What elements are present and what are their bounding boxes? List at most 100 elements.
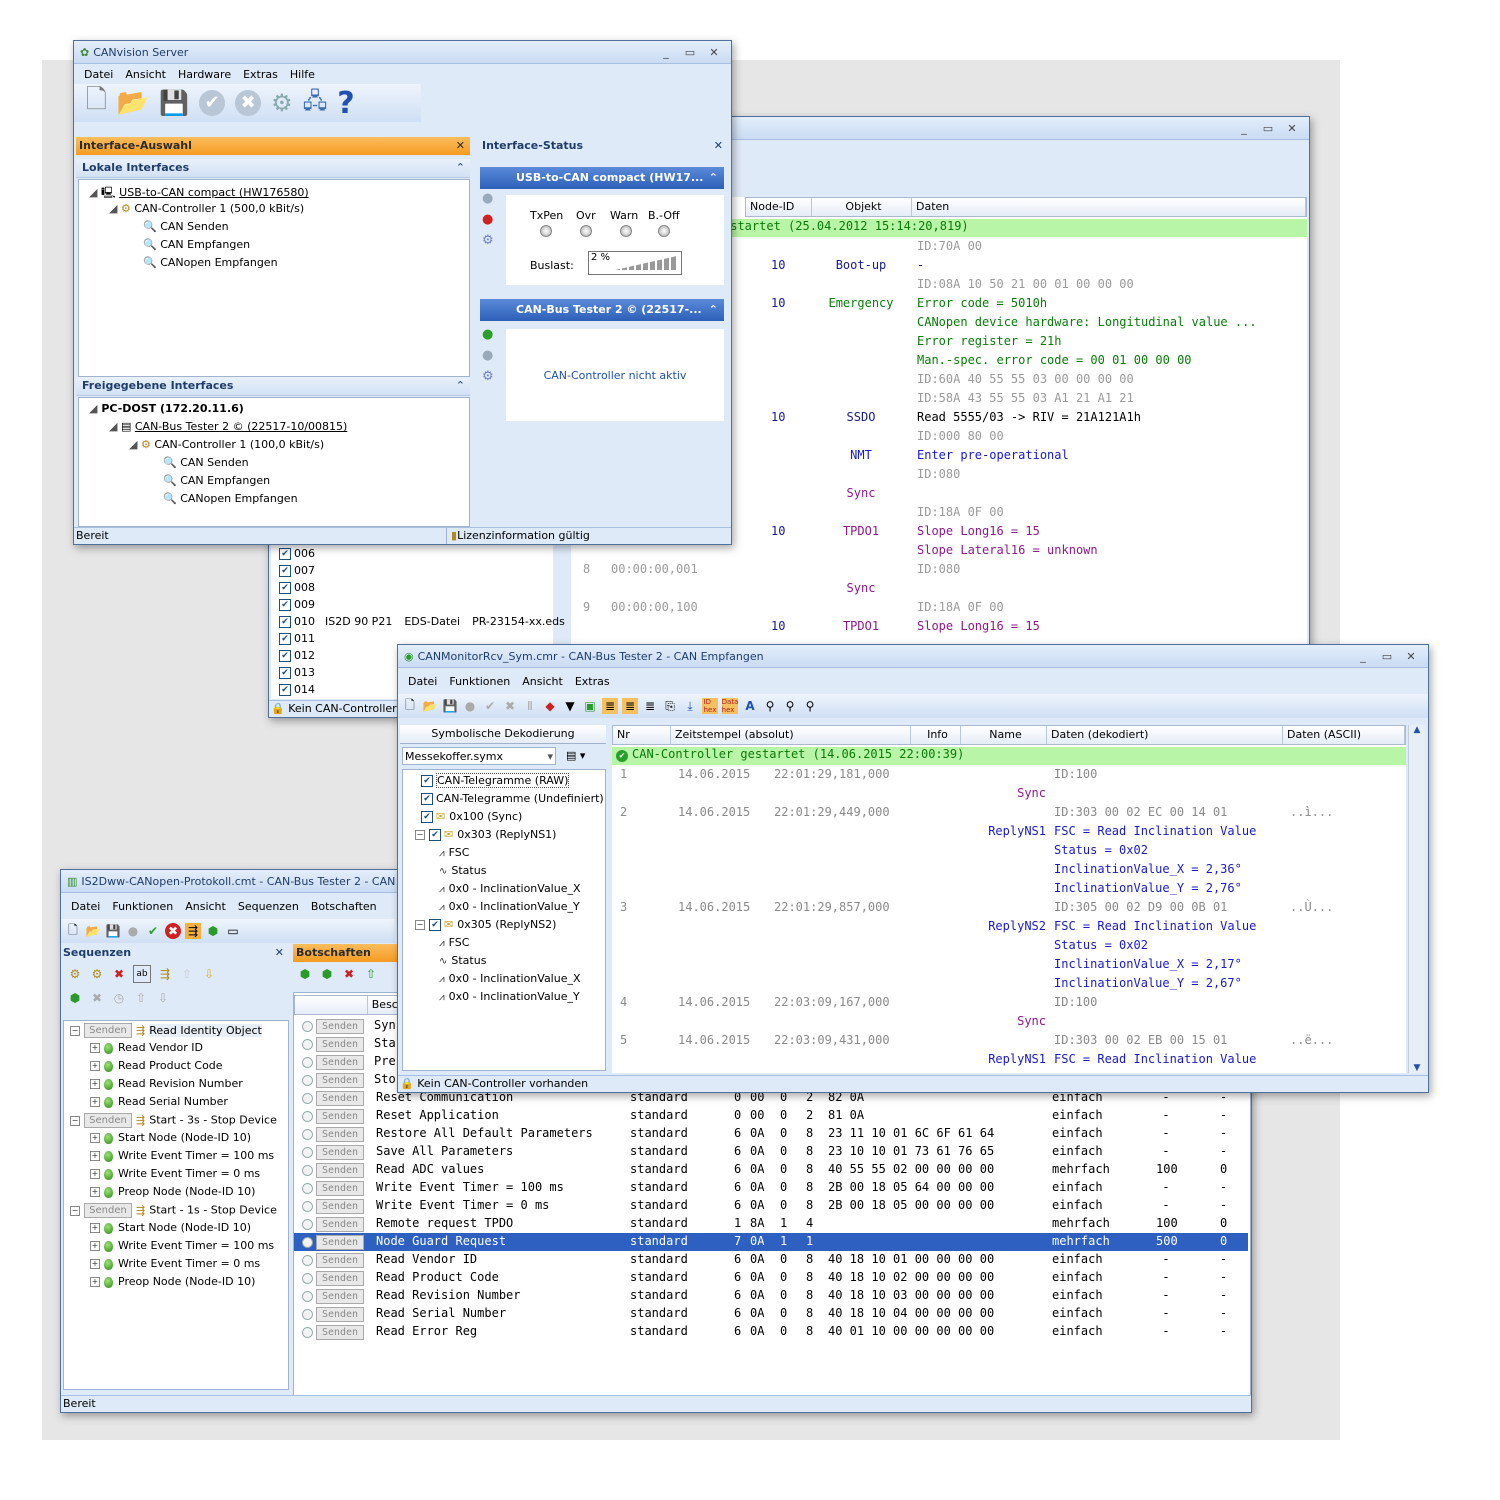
- symbol-tree-item[interactable]: − ✔ ✉ 0x303 (ReplyNS1): [415, 828, 556, 841]
- message-row[interactable]: Senden Read Error Reg standard 6 0A 0 8 40 01 1…: [294, 1323, 1248, 1341]
- sequence-tree-item[interactable]: + Write Event Timer = 0 ms: [90, 1167, 260, 1180]
- sequence-tree-item[interactable]: + Read Product Code: [90, 1059, 223, 1072]
- download-icon[interactable]: ⤓: [682, 698, 698, 714]
- shared-interfaces-header[interactable]: Freigegebene Interfaces ⌃: [76, 377, 470, 396]
- tree-item-can-empfangen[interactable]: 🔍 CAN Empfangen: [143, 238, 250, 251]
- symbol-tree-item[interactable]: ⩘ 0x0 - InclinationValue_X: [439, 882, 581, 895]
- message-row[interactable]: Senden Read Serial Number standard 6 0A 0 8 40 …: [294, 1305, 1248, 1323]
- send-button[interactable]: Senden: [316, 1037, 364, 1052]
- find-next-icon[interactable]: ⚲: [782, 698, 798, 714]
- message-row[interactable]: Senden Read Revision Number standard 6 0A 0 8 4…: [294, 1287, 1248, 1305]
- radio-button[interactable]: [302, 1021, 313, 1032]
- maximize-icon[interactable]: ▭: [1261, 122, 1275, 135]
- expand-icon[interactable]: +: [90, 1187, 100, 1197]
- log-row[interactable]: Sync: [612, 786, 1406, 805]
- log-row[interactable]: InclinationValue_Y = 2,76°: [612, 881, 1406, 900]
- send-button[interactable]: Senden: [316, 1181, 364, 1196]
- pause-icon[interactable]: Ⅱ: [522, 698, 538, 714]
- collapse-icon[interactable]: −: [415, 830, 425, 840]
- find-icon[interactable]: ⚲: [762, 698, 778, 714]
- menu-ansicht[interactable]: Ansicht: [121, 68, 174, 81]
- expand-icon[interactable]: +: [90, 1241, 100, 1251]
- eds-row[interactable]: ✔ 009: [279, 598, 315, 611]
- checkbox[interactable]: ✔: [279, 548, 291, 560]
- message-row[interactable]: Senden Pre: [294, 1053, 414, 1071]
- find-prev-icon[interactable]: ⚲: [802, 698, 818, 714]
- send-button[interactable]: Senden: [84, 1113, 132, 1128]
- send-button[interactable]: Senden: [316, 1055, 364, 1070]
- export-icon[interactable]: ▣: [582, 698, 598, 714]
- radio-button[interactable]: [302, 1309, 313, 1320]
- log-row[interactable]: Sync: [571, 581, 1307, 600]
- tree-item-can-senden[interactable]: 🔍 CAN Senden: [143, 220, 229, 233]
- record-icon[interactable]: ●: [462, 698, 478, 714]
- tree-item-can-controller[interactable]: ◢ ⚙ CAN-Controller 1 (100,0 kBit/s): [129, 438, 324, 451]
- tree-item-usb-to-can[interactable]: ◢ 🖳 USB-to-CAN compact (HW176580): [89, 184, 309, 203]
- radio-button[interactable]: [302, 1201, 313, 1212]
- send-button[interactable]: Senden: [316, 1289, 364, 1304]
- radio-button[interactable]: [302, 1057, 313, 1068]
- radio-button[interactable]: [302, 1129, 313, 1140]
- message-row[interactable]: Senden Read Vendor ID standard 6 0A 0 8 40 18 1…: [294, 1251, 1248, 1269]
- window-icon[interactable]: ▭: [225, 923, 241, 939]
- minimize-icon[interactable]: _: [1237, 122, 1251, 135]
- step-down-icon[interactable]: ⇩: [155, 990, 171, 1006]
- settings-gear-icon[interactable]: ⚙: [482, 369, 500, 384]
- add-step-icon[interactable]: ⬢: [67, 990, 83, 1006]
- message-row[interactable]: Senden Syn: [294, 1017, 414, 1035]
- col-daten-dekodiert[interactable]: Daten (dekodiert): [1047, 726, 1283, 744]
- symbol-tree-item[interactable]: ⩘ 0x0 - InclinationValue_X: [439, 972, 581, 985]
- message-row[interactable]: Senden Remote request TPDO standard 1 8A 1 4 me…: [294, 1215, 1248, 1233]
- symbol-tree-item[interactable]: − ✔ ✉ 0x305 (ReplyNS2): [415, 918, 556, 931]
- menu-extras[interactable]: Extras: [571, 675, 618, 688]
- message-row[interactable]: Senden Write Event Timer = 0 ms standard 6 0…: [294, 1197, 1248, 1215]
- expand-icon[interactable]: +: [90, 1151, 100, 1161]
- connect-icon[interactable]: ✔: [199, 90, 226, 116]
- message-row[interactable]: Senden Sta: [294, 1035, 414, 1053]
- settings-gear-icon[interactable]: ⚙: [482, 233, 500, 248]
- expand-icon[interactable]: +: [90, 1277, 100, 1287]
- send-button[interactable]: Senden: [316, 1145, 364, 1160]
- checkbox[interactable]: ✔: [279, 633, 291, 645]
- chevron-down-icon[interactable]: ▾: [547, 748, 553, 766]
- radio-button[interactable]: [302, 1291, 313, 1302]
- eraser-icon[interactable]: ◆: [542, 698, 558, 714]
- menu-ansicht[interactable]: Ansicht: [181, 900, 234, 913]
- delete-icon[interactable]: ✖: [111, 966, 127, 982]
- send-button[interactable]: Senden: [316, 1019, 364, 1034]
- sequence-tree-item[interactable]: + Preop Node (Node-ID 10): [90, 1275, 255, 1288]
- send-button[interactable]: Senden: [316, 1091, 364, 1106]
- log-row[interactable]: 8 00:00:00,001 ID:080: [571, 562, 1307, 581]
- symbol-tree-item[interactable]: ✔ ✉ 0x100 (Sync): [421, 810, 522, 823]
- menu-hardware[interactable]: Hardware: [174, 68, 239, 81]
- save-icon[interactable]: 💾: [442, 698, 458, 714]
- log-row[interactable]: 10 TPDO1 Slope Long16 = 15: [571, 619, 1307, 638]
- symx-options-button[interactable]: ▤ ▾: [566, 747, 600, 765]
- expand-icon[interactable]: +: [90, 1061, 100, 1071]
- expand-icon[interactable]: +: [90, 1133, 100, 1143]
- eds-row[interactable]: ✔ 011: [279, 632, 315, 645]
- log-row[interactable]: InclinationValue_X = 2,36°: [612, 862, 1406, 881]
- add-sequence-icon[interactable]: ⚙: [67, 966, 83, 982]
- log-row[interactable]: Sync: [612, 1014, 1406, 1033]
- delete-icon[interactable]: ✖: [341, 966, 357, 982]
- close-icon[interactable]: ✕: [707, 46, 721, 59]
- connect-icon[interactable]: ●: [482, 191, 500, 206]
- font-icon[interactable]: A: [742, 698, 758, 714]
- collapse-icon[interactable]: −: [70, 1115, 80, 1126]
- tree-item-can-bus-tester[interactable]: ◢ ▤ CAN-Bus Tester 2 © (22517-10/00815): [109, 420, 347, 433]
- radio-button[interactable]: [302, 1093, 313, 1104]
- message-row[interactable]: Senden Read ADC values standard 6 0A 0 8 40 55 …: [294, 1161, 1248, 1179]
- symbol-tree-item[interactable]: ⩘ 0x0 - InclinationValue_Y: [439, 990, 580, 1003]
- menu-sequenzen[interactable]: Sequenzen: [234, 900, 307, 913]
- sequence-tree-item[interactable]: + Start Node (Node-ID 10): [90, 1131, 251, 1144]
- new-file-icon[interactable]: 🗋: [402, 698, 418, 714]
- eds-row[interactable]: ✔ 010 IS2D 90 P21 EDS-Datei PR-23154-xx.eds: [279, 615, 565, 628]
- log-row[interactable]: ReplyNS1 FSC = Read Inclination Value: [612, 824, 1406, 843]
- log-row[interactable]: InclinationValue_Y = 2,67°: [612, 976, 1406, 995]
- send-button[interactable]: Senden: [84, 1023, 132, 1038]
- radio-button[interactable]: [302, 1237, 313, 1248]
- checkbox[interactable]: ✔: [421, 811, 433, 823]
- col-zeitstempel[interactable]: Zeitstempel (absolut): [671, 726, 911, 744]
- connect-icon[interactable]: ✔: [482, 698, 498, 714]
